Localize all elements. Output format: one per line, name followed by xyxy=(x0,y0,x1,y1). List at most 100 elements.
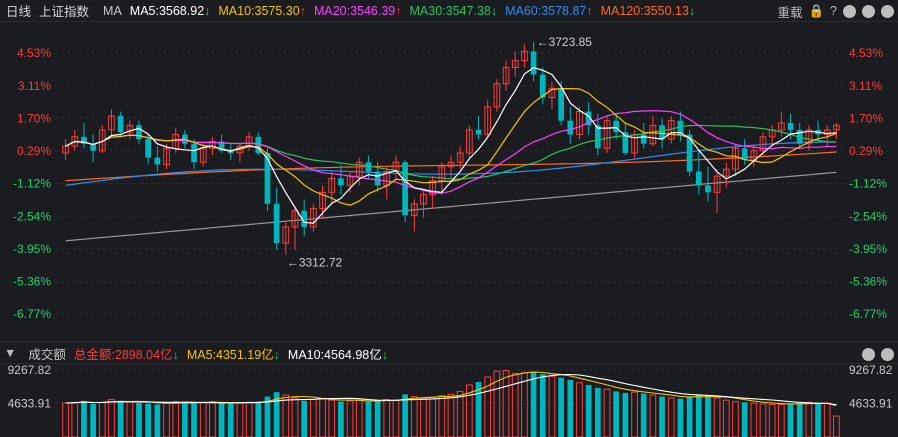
volume-bar-down xyxy=(255,401,262,437)
right-tick-label: -5.36% xyxy=(849,274,887,288)
zoom-out-icon[interactable]: − xyxy=(862,4,875,18)
right-tick-label: 4.53% xyxy=(849,46,883,60)
volume-close-icon[interactable]: × xyxy=(881,347,894,361)
volume-bar-up xyxy=(236,402,244,437)
volume-bar-up xyxy=(126,401,134,437)
volume-bar-up xyxy=(759,403,767,437)
candle-body-down xyxy=(567,120,574,135)
candle-body-down xyxy=(741,148,748,160)
left-tick-label: 4.53% xyxy=(17,46,51,60)
right-tick-label: 1.70% xyxy=(849,111,883,125)
ma10-value: MA10:3575.30↑ xyxy=(218,3,306,18)
volume-ma5-line xyxy=(65,371,837,407)
volume-right-tick: 4633.91 xyxy=(849,397,893,411)
kline-chart[interactable]: 4.53% 4.53% 3.11% 3.11% 1.70% 1.70% 0.29% 0.29%… xyxy=(0,22,898,342)
left-tick-label: 1.70% xyxy=(17,111,51,125)
volume-ma10: MA10:4564.98亿↓ xyxy=(287,347,388,362)
volume-bar-down xyxy=(815,403,821,437)
right-tick-label: -3.95% xyxy=(849,242,887,256)
volume-bar-up xyxy=(163,402,170,437)
ma10-line xyxy=(65,88,837,206)
index-name[interactable]: 上证指数 xyxy=(39,1,89,20)
volume-bar-up xyxy=(576,382,583,437)
candle-body-down xyxy=(530,51,537,75)
volume-bar-up xyxy=(805,401,813,437)
volume-bar-down xyxy=(218,403,225,437)
volume-ma10-line xyxy=(65,373,837,406)
candle-body-down xyxy=(145,139,152,158)
volume-bar-down xyxy=(741,402,748,437)
collapse-icon[interactable]: ▼ xyxy=(4,346,16,360)
volume-label[interactable]: 成交额 xyxy=(28,344,66,363)
right-tick-label: 3.11% xyxy=(849,79,882,93)
volume-bar-down xyxy=(90,403,96,437)
volume-bar-up xyxy=(778,403,785,437)
volume-bar-up xyxy=(392,399,400,437)
volume-bar-down xyxy=(613,391,620,437)
volume-bar-down xyxy=(640,393,647,437)
volume-bar-down xyxy=(539,374,546,437)
volume-bar-down xyxy=(558,377,564,437)
volume-bar-down xyxy=(182,402,188,437)
volume-bar-down xyxy=(374,400,381,437)
volume-bar-down xyxy=(567,379,574,437)
candle-body-down xyxy=(787,122,794,130)
candle-body-down xyxy=(374,171,381,186)
candle-body-down xyxy=(136,125,142,140)
volume-left-tick: 9267.82 xyxy=(8,364,52,377)
left-tick-label: -1.12% xyxy=(13,177,51,191)
candle-body-down xyxy=(154,157,161,165)
volume-bar-down xyxy=(787,403,794,437)
lock-icon[interactable]: 🔒 xyxy=(808,4,824,19)
question-icon[interactable]: ? xyxy=(830,4,837,18)
volume-bar-up xyxy=(438,395,446,437)
volume-bar-down xyxy=(622,392,629,437)
candle-body-down xyxy=(475,129,482,135)
volume-bar-down xyxy=(338,401,344,437)
volume-bar-up xyxy=(209,401,216,437)
candle-body-down xyxy=(264,153,271,204)
high-annotation: ←3723.85 xyxy=(537,35,593,49)
zoom-in-icon[interactable]: + xyxy=(843,4,856,18)
left-tick-label: -3.95% xyxy=(13,242,51,256)
volume-bar-down xyxy=(227,403,234,437)
ma-label[interactable]: MA xyxy=(103,4,122,18)
candle-body-down xyxy=(273,203,280,244)
ma60-value: MA60:3578.87↑ xyxy=(505,3,593,18)
period-tab[interactable]: 日线 xyxy=(6,1,31,20)
ma5-value: MA5:3568.92↓ xyxy=(129,3,211,18)
volume-bar-down xyxy=(677,398,684,437)
volume-bar-down xyxy=(659,396,665,437)
kline-svg: 4.53% 4.53% 3.11% 3.11% 1.70% 1.70% 0.29% 0.29%… xyxy=(13,35,887,321)
volume-bar-down xyxy=(695,394,702,437)
volume-bar-up xyxy=(355,399,363,437)
volume-bar-down xyxy=(530,371,537,437)
volume-chart[interactable]: 9267.82 9267.82 4633.91 4633.91 xyxy=(0,363,898,437)
left-tick-label: -6.77% xyxy=(13,307,51,321)
ma-header-bar: 日线 上证指数 MA MA5:3568.92↓ MA10:3575.30↑ MA… xyxy=(0,0,898,22)
volume-bar-up xyxy=(768,403,776,437)
reweight-button[interactable]: 重载 xyxy=(777,2,802,21)
volume-bar-down xyxy=(136,403,142,437)
volume-bar-up xyxy=(199,401,207,437)
right-tick-label: -2.54% xyxy=(849,209,887,223)
volume-right-tick: 9267.82 xyxy=(849,364,893,377)
volume-bar-down xyxy=(154,404,161,437)
volume-header-bar: ▼ 成交额 总金额:2898.04亿↓ MA5:4351.19亿↓ MA10:4… xyxy=(0,342,898,364)
settings-icon[interactable]: ⚙ xyxy=(881,4,894,18)
right-tick-label: 0.29% xyxy=(849,144,883,158)
candle-body-down xyxy=(640,134,647,144)
volume-bar-up xyxy=(750,402,758,437)
candle-body-down xyxy=(402,162,408,216)
candle-body-down xyxy=(695,171,702,186)
volume-bar-down xyxy=(117,400,124,437)
left-tick-label: -2.54% xyxy=(13,209,51,223)
volume-controls: ⚙ × xyxy=(856,343,894,365)
volume-bar-up xyxy=(410,396,418,437)
candle-body-down xyxy=(338,178,344,186)
volume-settings-icon[interactable]: ⚙ xyxy=(862,347,875,361)
volume-bar-up xyxy=(282,394,290,437)
volume-ma5: MA5:4351.19亿↓ xyxy=(186,347,280,362)
volume-bar-up xyxy=(346,400,354,437)
left-tick-label: 0.29% xyxy=(17,144,51,158)
